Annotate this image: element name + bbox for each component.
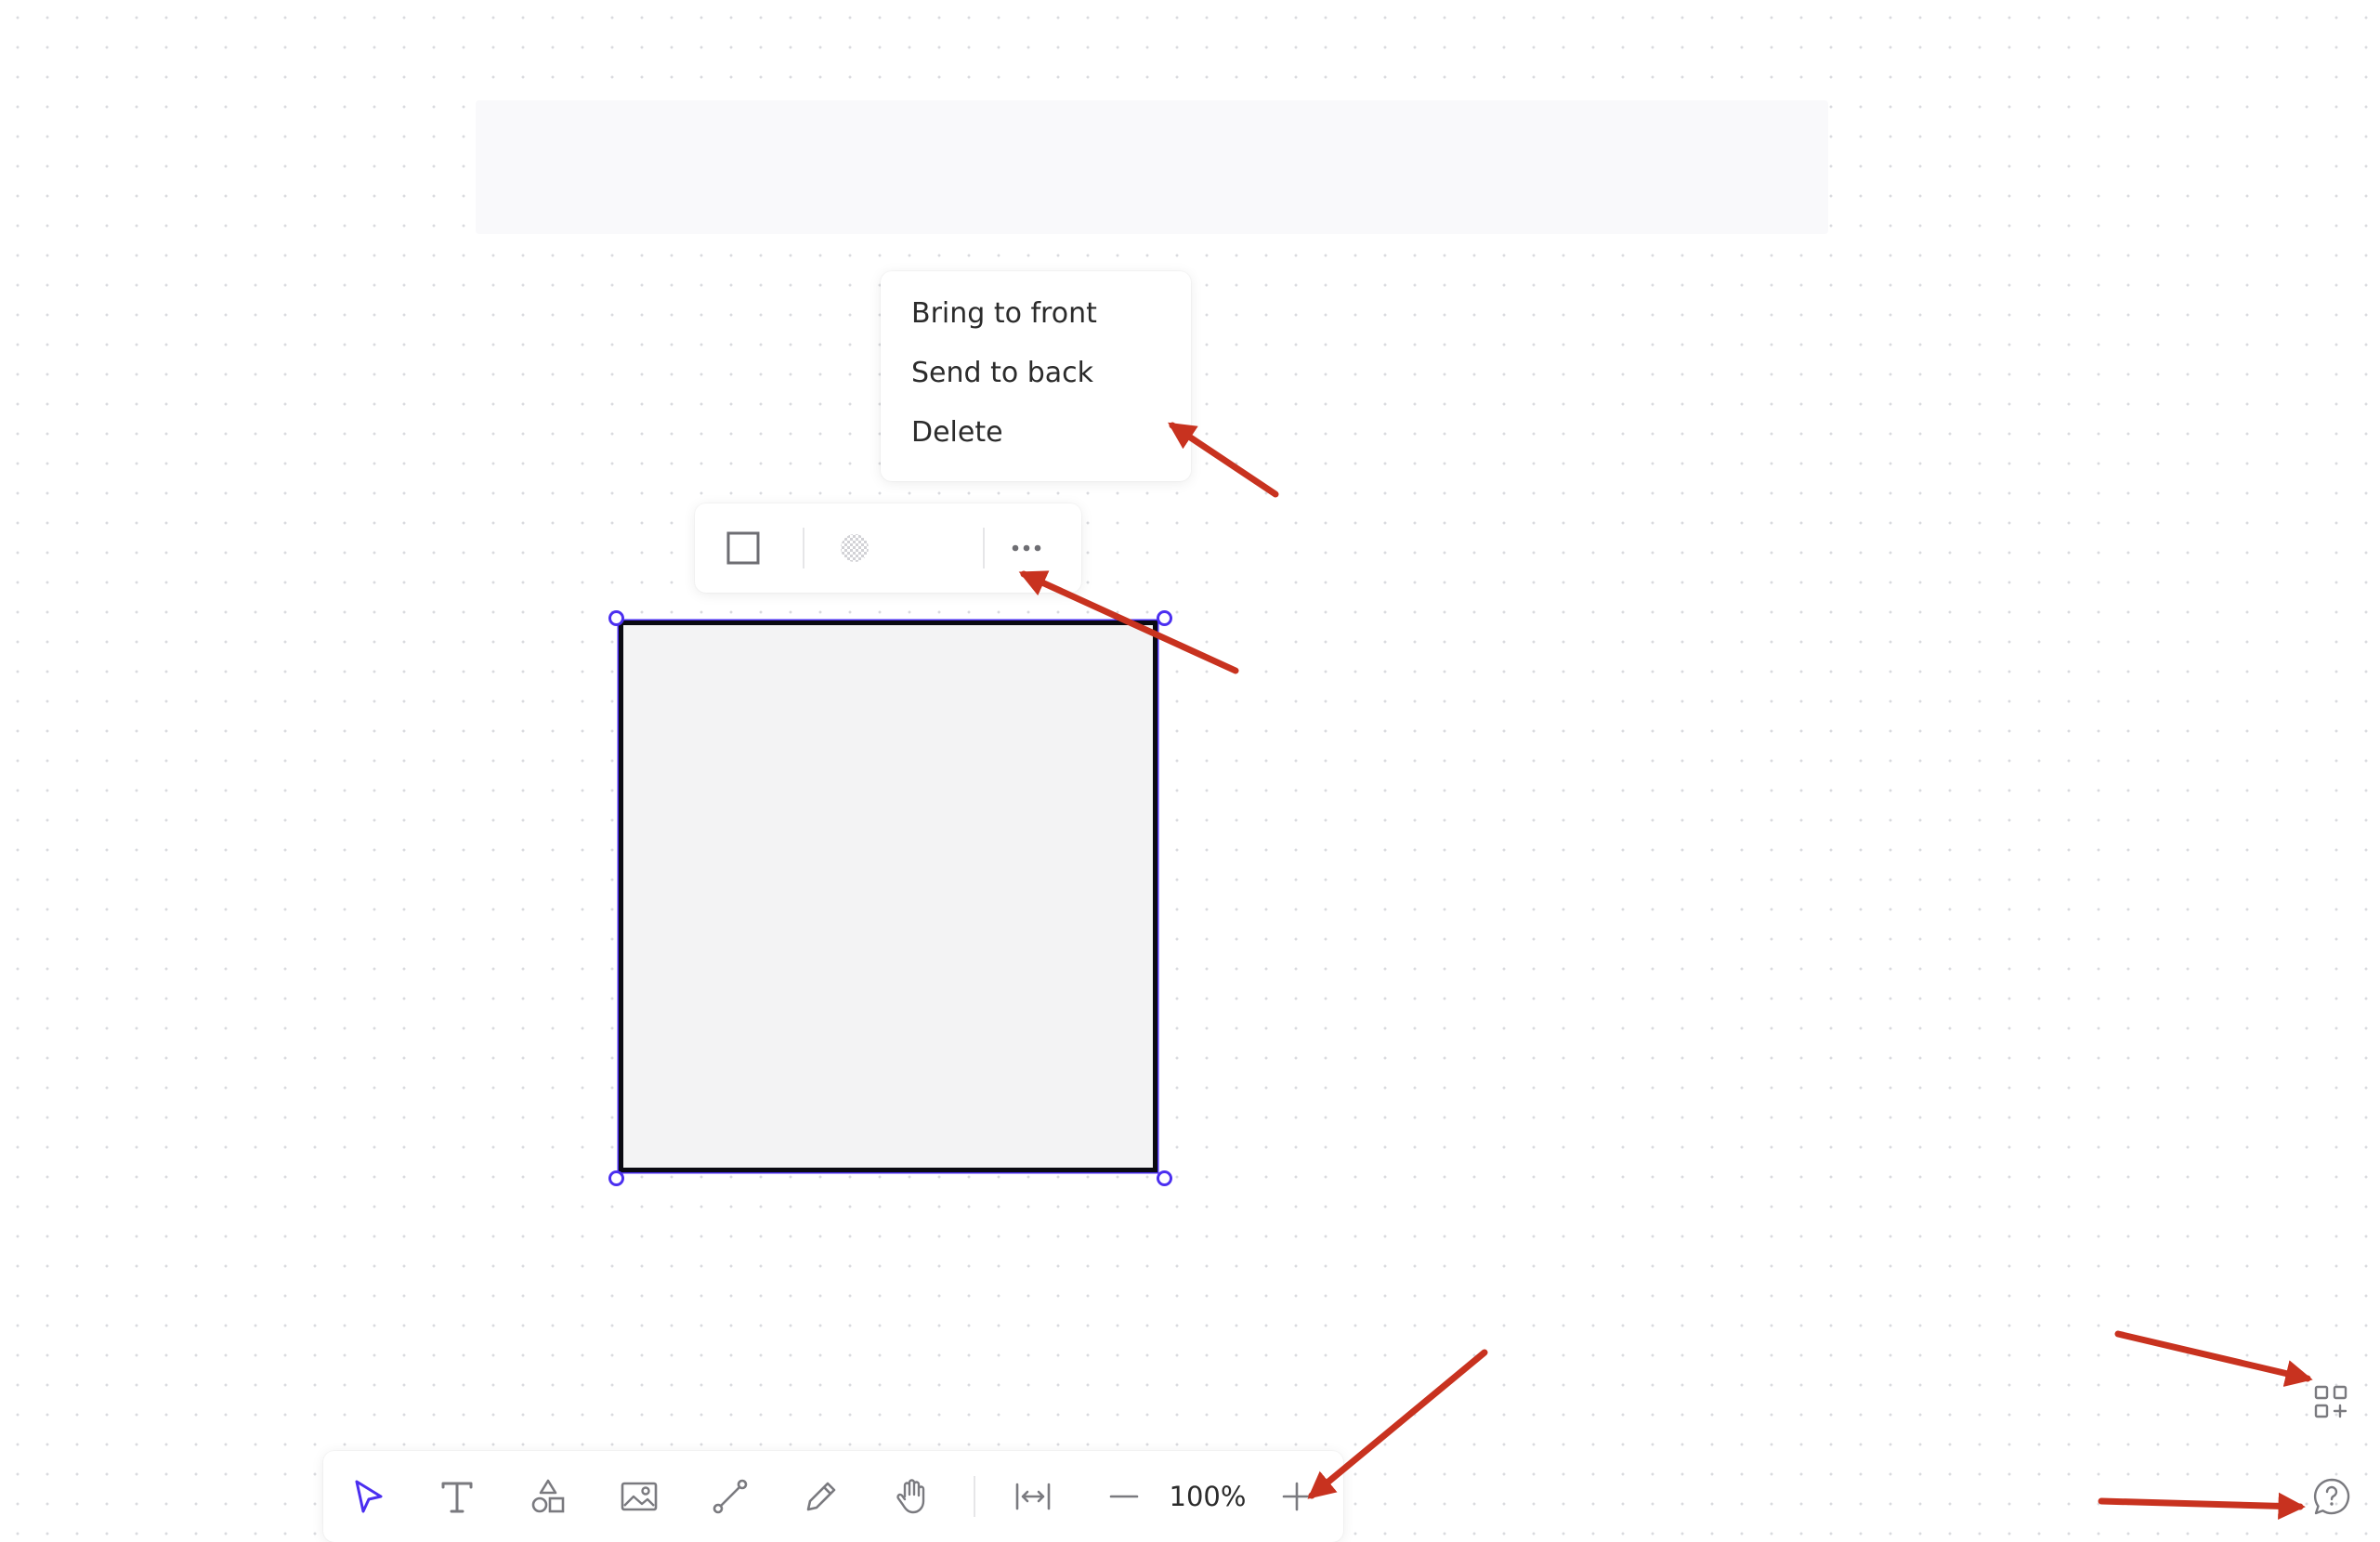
fill-pattern-icon <box>841 534 869 562</box>
add-widget-grid-icon <box>2314 1385 2347 1418</box>
context-menu: Bring to front Send to back Delete <box>881 271 1191 481</box>
hand-tool-button[interactable] <box>884 1469 940 1524</box>
select-tool-button[interactable] <box>340 1469 396 1524</box>
shape-toolbar <box>695 503 1081 593</box>
menu-item-delete[interactable]: Delete <box>881 403 1191 463</box>
resize-handle-bottom-left[interactable] <box>608 1170 624 1186</box>
select-pointer-icon <box>355 1480 383 1513</box>
square-outline-icon <box>726 531 760 565</box>
shapes-icon <box>531 1479 565 1513</box>
resize-handle-top-left[interactable] <box>608 610 624 626</box>
text-tool-button[interactable] <box>429 1469 485 1524</box>
bottom-toolbar: 100% <box>323 1451 1343 1542</box>
toolbar-divider <box>974 1476 975 1517</box>
zoom-level[interactable]: 100% <box>1154 1469 1262 1524</box>
menu-item-bring-to-front[interactable]: Bring to front <box>881 284 1191 344</box>
hand-pan-icon <box>896 1479 925 1514</box>
pencil-icon <box>806 1482 836 1511</box>
shape-type-button[interactable] <box>715 520 771 576</box>
minus-icon <box>1109 1495 1139 1498</box>
resize-handle-bottom-right[interactable] <box>1157 1170 1172 1186</box>
add-widget-button[interactable] <box>2304 1375 2360 1431</box>
fit-width-button[interactable] <box>1005 1469 1061 1524</box>
fit-width-icon <box>1015 1483 1051 1510</box>
menu-item-send-to-back[interactable]: Send to back <box>881 344 1191 403</box>
annotation-arrow <box>2114 1330 2313 1387</box>
help-button[interactable] <box>2304 1469 2360 1524</box>
plus-icon <box>1282 1482 1312 1511</box>
selected-rectangle[interactable] <box>619 621 1157 1172</box>
toolbar-divider <box>803 528 804 568</box>
pencil-tool-button[interactable] <box>793 1469 849 1524</box>
image-icon <box>621 1482 658 1511</box>
help-chat-icon <box>2313 1478 2350 1515</box>
text-icon <box>441 1482 473 1513</box>
toolbar-divider <box>983 528 985 568</box>
shapes-tool-button[interactable] <box>520 1469 576 1524</box>
more-options-button[interactable] <box>999 520 1054 576</box>
connector-tool-button[interactable] <box>702 1469 758 1524</box>
connector-icon <box>713 1479 748 1514</box>
top-placeholder-bar <box>476 100 1828 234</box>
image-tool-button[interactable] <box>611 1469 667 1524</box>
fill-button[interactable] <box>827 520 883 576</box>
zoom-in-button[interactable] <box>1269 1469 1325 1524</box>
zoom-out-button[interactable] <box>1096 1469 1152 1524</box>
resize-handle-top-right[interactable] <box>1157 610 1172 626</box>
more-horizontal-icon <box>1012 544 1041 552</box>
annotation-arrow <box>2098 1492 2306 1521</box>
